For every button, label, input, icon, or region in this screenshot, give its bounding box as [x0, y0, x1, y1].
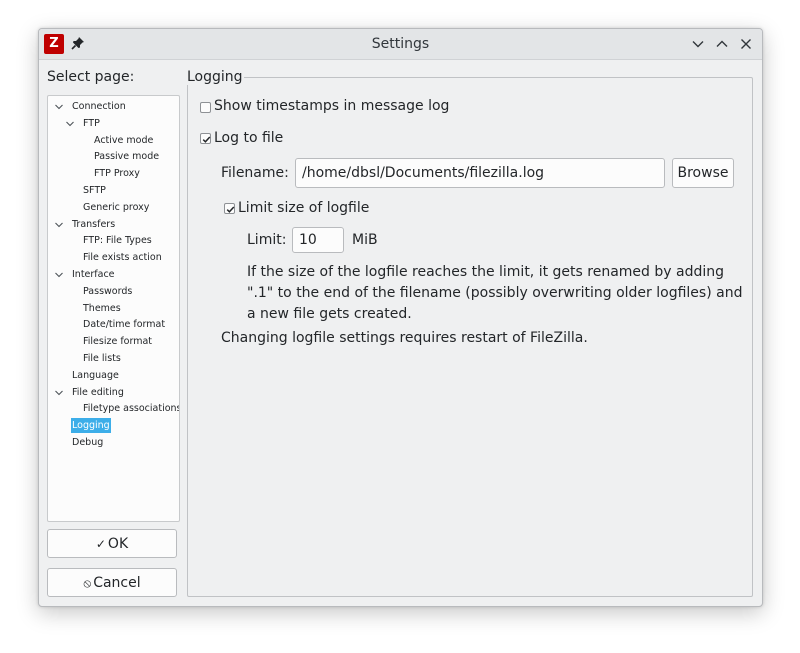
- tree-item-file-exists-action[interactable]: File exists action: [82, 250, 163, 265]
- ok-label: OK: [107, 536, 129, 552]
- tree-item-passwords[interactable]: Passwords: [82, 284, 133, 299]
- settings-page-tree[interactable]: Connection FTP Active mode Passive mode FTP …: [47, 95, 180, 522]
- tree-item-file-lists[interactable]: File lists: [82, 351, 122, 366]
- check-icon: [202, 136, 211, 143]
- limit-size-checkbox[interactable]: [224, 203, 235, 214]
- minimize-button[interactable]: [690, 36, 706, 52]
- chevron-down-icon[interactable]: [54, 388, 64, 398]
- tree-item-filesize-format[interactable]: Filesize format: [82, 334, 153, 349]
- limit-size-label[interactable]: Limit size of logfile: [238, 200, 369, 216]
- limit-info-text: If the size of the logfile reaches the l…: [247, 264, 743, 322]
- show-timestamps-label[interactable]: Show timestamps in message log: [214, 98, 449, 114]
- tree-item-ftp-proxy[interactable]: FTP Proxy: [93, 166, 141, 181]
- restart-note: Changing logfile settings requires resta…: [221, 330, 588, 346]
- window-title: Settings: [371, 36, 430, 52]
- tree-item-connection[interactable]: Connection: [71, 99, 127, 114]
- tree-item-file-editing[interactable]: File editing: [71, 385, 125, 400]
- tree-item-debug[interactable]: Debug: [71, 435, 104, 450]
- log-to-file-checkbox[interactable]: [200, 133, 211, 144]
- tree-item-filetype-associations[interactable]: Filetype associations: [82, 401, 179, 416]
- tree-item-ftp[interactable]: FTP: [82, 116, 101, 131]
- tree-item-passive-mode[interactable]: Passive mode: [93, 149, 160, 164]
- log-to-file-label[interactable]: Log to file: [214, 130, 283, 146]
- tree-item-transfers[interactable]: Transfers: [71, 217, 116, 232]
- limit-input[interactable]: 10: [292, 227, 344, 253]
- ok-button[interactable]: ✓ OK: [47, 529, 177, 558]
- close-button[interactable]: [738, 36, 754, 52]
- filename-input[interactable]: /home/dbsl/Documents/filezilla.log: [295, 158, 665, 188]
- cancel-button[interactable]: ⦸ Cancel: [47, 568, 177, 597]
- chevron-down-icon[interactable]: [54, 102, 64, 112]
- check-icon: [226, 206, 235, 213]
- tree-item-date-time-format[interactable]: Date/time format: [82, 317, 166, 332]
- filename-label: Filename:: [221, 165, 289, 181]
- checkmark-icon: ✓: [95, 537, 106, 551]
- cancel-label: Cancel: [93, 575, 141, 591]
- maximize-button[interactable]: [714, 36, 730, 52]
- chevron-down-icon[interactable]: [54, 220, 64, 230]
- tree-item-interface[interactable]: Interface: [71, 267, 116, 282]
- tree-item-logging[interactable]: Logging: [71, 418, 111, 434]
- tree-item-language[interactable]: Language: [71, 368, 120, 383]
- title-bar[interactable]: Z Settings: [39, 29, 762, 60]
- show-timestamps-checkbox[interactable]: [200, 102, 211, 113]
- tree-item-sftp[interactable]: SFTP: [82, 183, 107, 198]
- tree-item-ftp-file-types[interactable]: FTP: File Types: [82, 233, 153, 248]
- chevron-down-icon[interactable]: [54, 270, 64, 280]
- close-icon: [741, 39, 751, 49]
- browse-button[interactable]: Browse: [672, 158, 734, 188]
- tree-item-generic-proxy[interactable]: Generic proxy: [82, 200, 150, 215]
- select-page-label: Select page:: [47, 69, 135, 85]
- logging-group-title: Logging: [187, 69, 243, 85]
- settings-dialog: Z Settings Select page: Connection FTP Act…: [38, 28, 763, 607]
- chevron-up-icon: [716, 40, 728, 47]
- limit-label: Limit:: [247, 232, 287, 248]
- chevron-down-icon: [692, 41, 704, 48]
- tree-item-themes[interactable]: Themes: [82, 301, 122, 316]
- limit-unit-label: MiB: [352, 232, 378, 248]
- tree-item-active-mode[interactable]: Active mode: [93, 133, 154, 148]
- cancel-icon: ⦸: [83, 576, 92, 590]
- chevron-down-icon[interactable]: [65, 119, 75, 129]
